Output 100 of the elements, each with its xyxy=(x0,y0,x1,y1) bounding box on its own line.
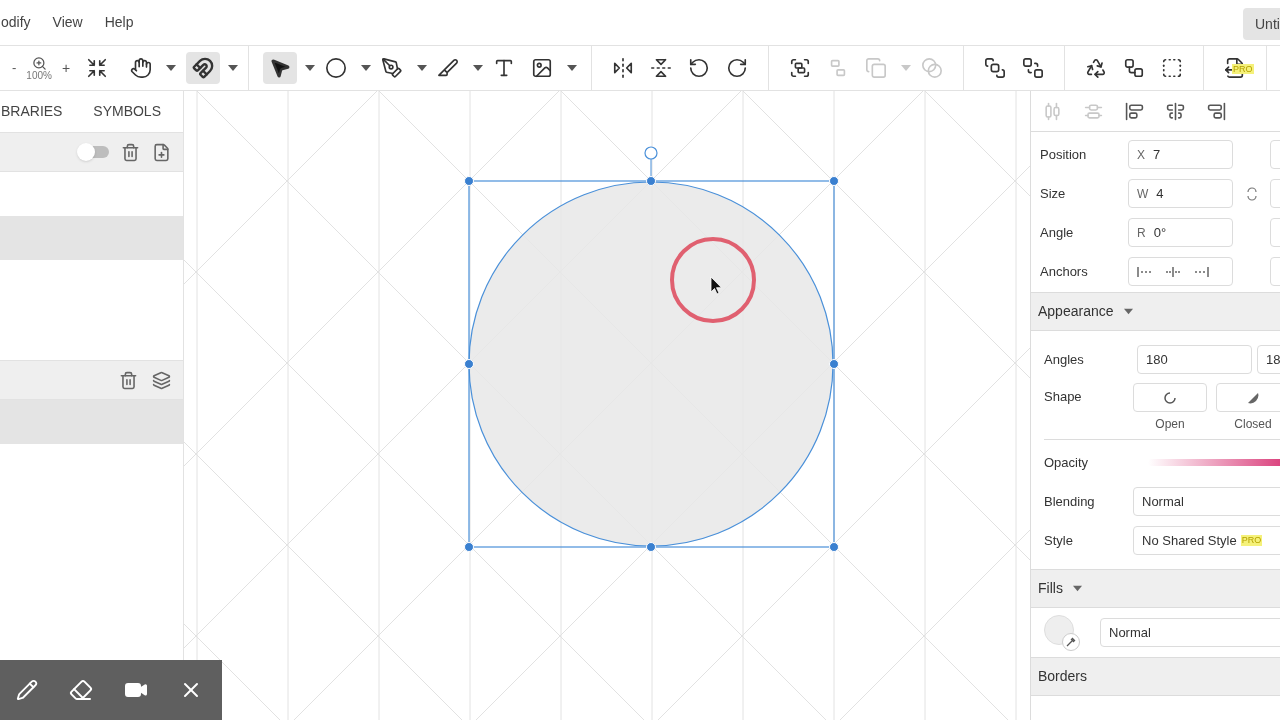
field-value: Normal xyxy=(1109,623,1151,642)
field-prefix: R xyxy=(1137,224,1146,242)
opacity-slider[interactable] xyxy=(1148,459,1280,466)
field-prefix: W xyxy=(1137,185,1149,203)
magnet-icon xyxy=(192,57,215,79)
click-highlight-icon xyxy=(670,237,756,323)
ratio-link-icon[interactable] xyxy=(1245,185,1258,202)
bring-forward-icon xyxy=(984,57,1007,79)
property-label: Style xyxy=(1044,531,1074,550)
angle-field[interactable]: 18 xyxy=(1257,345,1280,374)
field-value: No Shared Style xyxy=(1142,531,1237,550)
pen-icon xyxy=(381,57,404,79)
angle-field[interactable]: 180 xyxy=(1137,345,1252,374)
ellipse-icon xyxy=(325,57,348,79)
shape-option-label: Open xyxy=(1155,416,1185,433)
anchor-center-icon[interactable] xyxy=(1165,266,1181,277)
toggle-switch[interactable] xyxy=(79,146,109,158)
document-title-button[interactable]: Unti xyxy=(1243,8,1280,40)
align-icon[interactable] xyxy=(1166,101,1185,121)
property-label: Anchors xyxy=(1040,262,1089,281)
shape-option-label: Closed xyxy=(1234,416,1272,433)
property-label: Position xyxy=(1040,145,1088,164)
closed-arc-icon xyxy=(1247,391,1259,404)
pencil-icon[interactable] xyxy=(15,679,38,701)
field-value: 4 xyxy=(1156,184,1164,203)
field-value: 18 xyxy=(1266,350,1280,369)
fit-screen-icon xyxy=(86,57,109,79)
caret-icon[interactable] xyxy=(567,65,578,71)
property-label: Angles xyxy=(1044,350,1085,369)
section-header[interactable]: Borders xyxy=(1031,657,1280,696)
dashed-square-icon xyxy=(1161,57,1184,79)
rotate-right-icon xyxy=(726,57,749,79)
panel-tab[interactable]: BRARIES xyxy=(1,91,63,132)
section-title: Appearance xyxy=(1038,302,1114,321)
style-dropdown[interactable]: No Shared Style PRO xyxy=(1133,526,1280,555)
zoom-in-icon[interactable] xyxy=(31,55,47,71)
eyedropper-icon[interactable] xyxy=(1066,636,1076,647)
fill-blend-dropdown[interactable]: Normal xyxy=(1100,618,1280,647)
caret-icon[interactable] xyxy=(473,65,484,71)
zoom-level: 100% xyxy=(26,70,52,81)
property-label: Angle xyxy=(1040,223,1075,242)
rotate-left-icon xyxy=(688,57,711,79)
property-label: Opacity xyxy=(1044,453,1090,472)
field-prefix: X xyxy=(1137,146,1145,164)
trash-icon[interactable] xyxy=(119,370,138,390)
flip-horizontal-icon xyxy=(612,57,635,79)
add-layer-icon[interactable] xyxy=(152,370,171,390)
fill-color-swatch[interactable] xyxy=(1044,614,1080,651)
section-header[interactable]: Appearance xyxy=(1031,292,1280,331)
property-label: Blending xyxy=(1044,492,1096,511)
caret-icon[interactable] xyxy=(1072,584,1082,593)
pointer-tool[interactable] xyxy=(263,52,298,84)
property-label: Shape xyxy=(1044,388,1083,406)
magnet-tool[interactable] xyxy=(186,52,221,84)
property-label: Size xyxy=(1040,184,1067,203)
align-icon[interactable] xyxy=(1207,101,1226,121)
add-page-icon[interactable] xyxy=(152,142,171,162)
panel-tab[interactable]: SYMBOLS xyxy=(93,91,161,132)
anchors-field[interactable] xyxy=(1128,257,1233,286)
caret-icon[interactable] xyxy=(228,65,239,71)
pointer-icon xyxy=(269,57,292,79)
pro-badge: PRO xyxy=(1232,64,1254,74)
image-icon xyxy=(531,57,554,79)
menu-item[interactable]: odify xyxy=(1,12,31,33)
send-backward-icon xyxy=(1022,57,1045,79)
caret-icon[interactable] xyxy=(417,65,428,71)
caret-icon[interactable] xyxy=(166,65,177,71)
trash-icon[interactable] xyxy=(121,142,140,162)
anchor-left-icon[interactable] xyxy=(1137,266,1153,277)
input-field[interactable]: R 0° xyxy=(1128,218,1233,247)
triangle-arrows-icon xyxy=(1085,57,1108,79)
group-icon xyxy=(789,57,812,79)
input-field[interactable]: W 4 xyxy=(1128,179,1233,208)
field-value: Normal xyxy=(1142,492,1184,511)
input-field[interactable]: X 7 xyxy=(1128,140,1233,169)
mask-icon xyxy=(921,57,944,79)
open-arc-icon xyxy=(1163,390,1177,405)
caret-icon[interactable] xyxy=(305,65,316,71)
zoom-out-button[interactable]: - xyxy=(12,58,17,78)
connector-icon xyxy=(1123,57,1146,79)
flip-vertical-icon xyxy=(650,57,673,79)
boolean-icon xyxy=(865,57,888,79)
section-title: Fills xyxy=(1038,579,1063,598)
eraser-icon[interactable] xyxy=(68,678,93,702)
blending-dropdown[interactable]: Normal xyxy=(1133,487,1280,516)
field-value: 0° xyxy=(1153,223,1167,242)
caret-icon[interactable] xyxy=(1123,307,1133,316)
menu-item[interactable]: Help xyxy=(104,12,134,33)
caret-icon[interactable] xyxy=(361,65,372,71)
zoom-in-button[interactable]: + xyxy=(61,57,71,79)
section-header[interactable]: Fills xyxy=(1031,569,1280,608)
field-value: 180 xyxy=(1146,350,1168,369)
hand-icon xyxy=(130,57,153,79)
menu-item[interactable]: View xyxy=(52,12,83,33)
cursor-icon xyxy=(710,276,722,295)
section-title: Borders xyxy=(1038,667,1088,686)
align-icon[interactable] xyxy=(1125,101,1144,121)
pro-badge: PRO xyxy=(1240,535,1263,546)
anchor-right-icon[interactable] xyxy=(1193,266,1209,277)
field-value: 7 xyxy=(1153,145,1161,164)
